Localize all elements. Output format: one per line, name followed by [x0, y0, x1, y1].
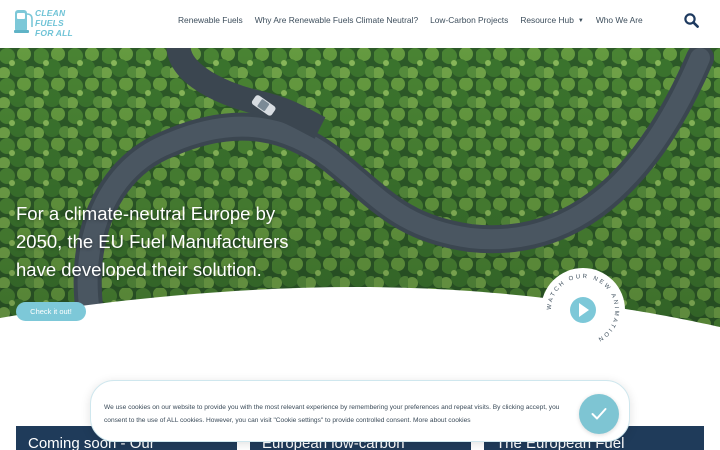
nav-renewable-fuels[interactable]: Renewable Fuels [178, 15, 243, 27]
nav-label: Renewable Fuels [178, 15, 243, 25]
cookie-text: We use cookies on our website to provide… [104, 402, 574, 427]
nav-label: Who We Are [595, 15, 643, 25]
site-logo[interactable]: CLEAN FUELS FOR ALL [14, 5, 80, 38]
caret-down-icon: ▼ [577, 18, 584, 24]
site-header: CLEAN FUELS FOR ALL Renewable Fuels Why … [0, 0, 720, 48]
watch-animation-badge[interactable]: WATCH OUR NEW ANIMATION [540, 267, 626, 353]
play-icon [570, 297, 596, 323]
logo-line-2: FOR ALL [35, 28, 73, 38]
nav-low-carbon-projects[interactable]: Low-Carbon Projects [430, 15, 508, 27]
checkmark-icon [591, 408, 607, 420]
nav-why-climate-neutral[interactable]: Why Are Renewable Fuels Climate Neutral? [255, 15, 418, 27]
nav-label: Low-Carbon Projects [430, 15, 509, 25]
hero-title: For a climate-neutral Europe by 2050, th… [16, 203, 289, 280]
cookie-banner: We use cookies on our website to provide… [90, 380, 630, 442]
cookie-message: We use cookies on our website to provide… [104, 404, 560, 424]
check-it-out-button[interactable]: Check it out! [16, 302, 86, 321]
nav-label: Why Are Renewable Fuels Climate Neutral? [254, 15, 419, 25]
nav-label: Resource Hub [520, 15, 574, 25]
main-nav: Renewable Fuels Why Are Renewable Fuels … [178, 15, 643, 27]
nav-resource-hub[interactable]: Resource Hub ▼ [520, 15, 584, 27]
search-icon[interactable] [684, 13, 699, 28]
more-about-cookies-link[interactable]: More about cookies [413, 417, 471, 424]
nav-who-we-are[interactable]: Who We Are [596, 15, 643, 27]
accept-cookies-button[interactable] [579, 394, 619, 434]
logo-line-1: CLEAN FUELS [35, 8, 66, 28]
logo-wordmark: CLEAN FUELS FOR ALL [35, 8, 80, 38]
